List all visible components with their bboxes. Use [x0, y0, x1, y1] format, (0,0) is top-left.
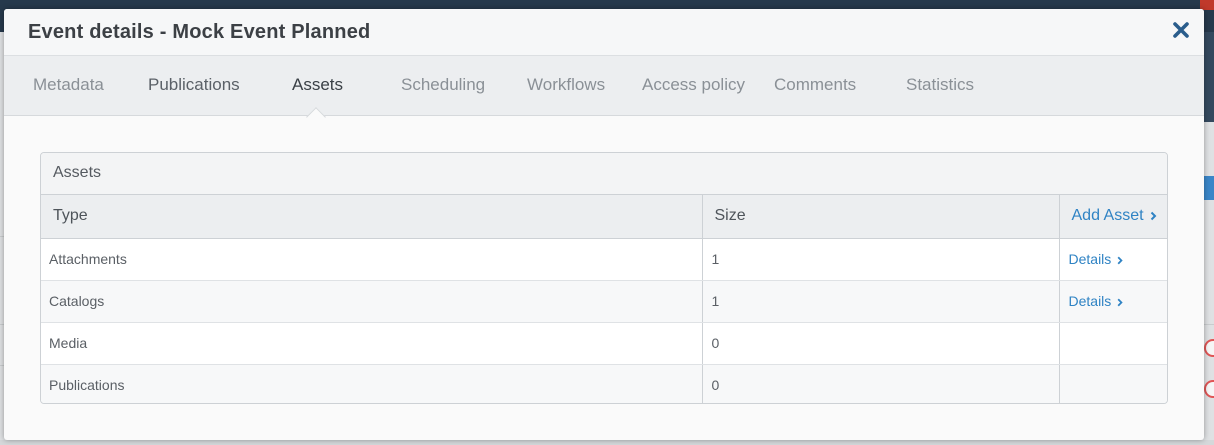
- asset-size-cell: 0: [701, 322, 1059, 365]
- chevron-right-icon: [1117, 298, 1123, 307]
- background-row-divider: [1204, 324, 1214, 325]
- table-row: Catalogs 1 Details: [41, 280, 1167, 323]
- close-x-icon: [1173, 22, 1189, 38]
- assets-table: Type Size Add Asset Attachments 1 Detail…: [41, 195, 1167, 403]
- table-row: Media 0: [41, 322, 1167, 365]
- tab-access-policy[interactable]: Access policy: [642, 75, 745, 95]
- add-asset-link[interactable]: Add Asset: [1072, 207, 1157, 224]
- asset-action-cell: Details: [1058, 238, 1167, 281]
- details-label: Details: [1068, 293, 1112, 309]
- tab-scheduling[interactable]: Scheduling: [401, 75, 485, 95]
- background-panel: [1204, 32, 1214, 122]
- tab-metadata[interactable]: Metadata: [33, 75, 104, 95]
- add-asset-label: Add Asset: [1071, 207, 1144, 225]
- event-details-modal: Event details - Mock Event Planned Metad…: [4, 9, 1204, 440]
- delete-icon: [1204, 380, 1214, 398]
- tab-bar: Metadata Publications Assets Scheduling …: [4, 56, 1204, 116]
- table-row: Publications 0: [41, 364, 1167, 403]
- background-button: [1204, 176, 1214, 200]
- assets-panel-heading: Assets: [41, 153, 1167, 195]
- details-link-attachments[interactable]: Details: [1069, 251, 1124, 267]
- asset-size-cell: 0: [701, 364, 1059, 403]
- asset-type-cell: Publications: [41, 364, 702, 403]
- column-header-action: Add Asset: [1058, 195, 1167, 239]
- modal-header: Event details - Mock Event Planned: [4, 9, 1204, 56]
- asset-action-cell: Details: [1058, 280, 1167, 323]
- delete-icon: [1204, 339, 1214, 357]
- asset-type-cell: Attachments: [41, 238, 702, 281]
- asset-size-cell: 1: [701, 280, 1059, 323]
- details-label: Details: [1068, 251, 1112, 267]
- tab-statistics[interactable]: Statistics: [906, 75, 974, 95]
- chevron-right-icon: [1117, 256, 1123, 265]
- column-header-size: Size: [701, 195, 1059, 239]
- column-header-type: Type: [41, 195, 702, 239]
- tab-comments[interactable]: Comments: [774, 75, 856, 95]
- asset-type-cell: Catalogs: [41, 280, 702, 323]
- tab-publications[interactable]: Publications: [148, 75, 240, 95]
- assets-panel: Assets Type Size Add Asset Attachments 1…: [40, 152, 1168, 404]
- asset-size-cell: 1: [701, 238, 1059, 281]
- modal-title: Event details - Mock Event Planned: [28, 21, 371, 43]
- table-header-row: Type Size Add Asset: [41, 195, 1167, 239]
- asset-action-cell: [1058, 322, 1167, 365]
- chevron-right-icon: [1150, 211, 1156, 221]
- tab-assets[interactable]: Assets: [292, 75, 343, 95]
- asset-action-cell: [1058, 364, 1167, 403]
- details-link-catalogs[interactable]: Details: [1069, 293, 1124, 309]
- asset-type-cell: Media: [41, 322, 702, 365]
- table-row: Attachments 1 Details: [41, 238, 1167, 281]
- close-button[interactable]: [1170, 19, 1192, 41]
- background-footer: [0, 440, 1214, 445]
- tab-workflows[interactable]: Workflows: [527, 75, 605, 95]
